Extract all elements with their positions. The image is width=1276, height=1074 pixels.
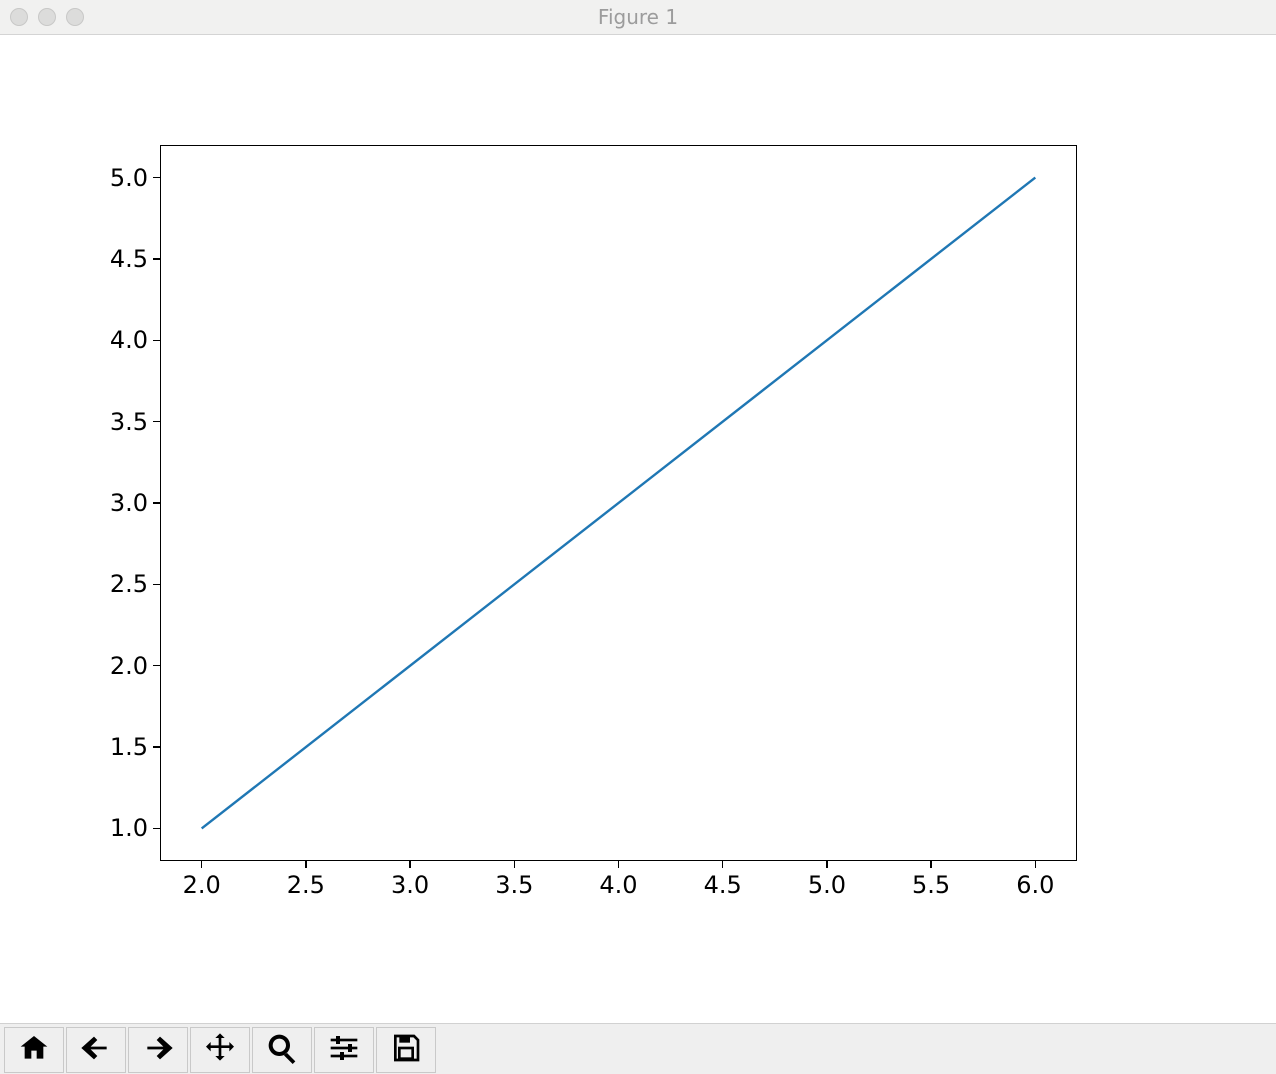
y-tick-mark (153, 340, 160, 342)
forward-button[interactable] (128, 1027, 188, 1073)
x-tick-label: 2.0 (177, 871, 227, 899)
y-tick-mark (153, 502, 160, 504)
navigation-toolbar (0, 1023, 1276, 1074)
x-tick-label: 3.5 (489, 871, 539, 899)
save-button[interactable] (376, 1027, 436, 1073)
home-button[interactable] (4, 1027, 64, 1073)
x-tick-label: 4.0 (594, 871, 644, 899)
magnify-icon (266, 1032, 298, 1068)
x-tick-label: 4.5 (698, 871, 748, 899)
y-tick-label: 4.5 (98, 245, 148, 273)
x-tick-mark (201, 861, 203, 868)
x-tick-mark (826, 861, 828, 868)
minimize-window-icon[interactable] (38, 8, 56, 26)
x-tick-mark (1035, 861, 1037, 868)
x-tick-mark (722, 861, 724, 868)
subplots-config-button[interactable] (314, 1027, 374, 1073)
y-tick-mark (153, 665, 160, 667)
x-tick-label: 2.5 (281, 871, 331, 899)
y-tick-label: 3.0 (98, 489, 148, 517)
y-tick-mark (153, 421, 160, 423)
x-tick-mark (514, 861, 516, 868)
move-icon (204, 1032, 236, 1068)
x-tick-label: 5.0 (802, 871, 852, 899)
y-tick-label: 2.0 (98, 652, 148, 680)
x-tick-label: 3.0 (385, 871, 435, 899)
y-tick-mark (153, 177, 160, 179)
y-tick-mark (153, 746, 160, 748)
arrow-left-icon (80, 1032, 112, 1068)
close-window-icon[interactable] (10, 8, 28, 26)
x-tick-mark (618, 861, 620, 868)
back-button[interactable] (66, 1027, 126, 1073)
y-tick-label: 3.5 (98, 408, 148, 436)
y-tick-label: 1.0 (98, 814, 148, 842)
x-tick-mark (305, 861, 307, 868)
window-controls[interactable] (10, 8, 84, 26)
y-tick-mark (153, 258, 160, 260)
y-tick-mark (153, 828, 160, 830)
window-title: Figure 1 (0, 5, 1276, 29)
figure-canvas[interactable]: 1.0 1.5 2.0 2.5 3.0 3.5 4.0 4.5 5.0 2.0 2.5 3.0 3.5… (0, 35, 1276, 1023)
x-tick-label: 5.5 (906, 871, 956, 899)
save-icon (390, 1032, 422, 1068)
y-tick-label: 2.5 (98, 570, 148, 598)
pan-button[interactable] (190, 1027, 250, 1073)
line-series (202, 178, 1036, 829)
arrow-right-icon (142, 1032, 174, 1068)
window-titlebar: Figure 1 (0, 0, 1276, 35)
y-tick-label: 1.5 (98, 733, 148, 761)
x-tick-mark (409, 861, 411, 868)
y-tick-label: 5.0 (98, 164, 148, 192)
maximize-window-icon[interactable] (66, 8, 84, 26)
x-tick-label: 6.0 (1010, 871, 1060, 899)
home-icon (18, 1032, 50, 1068)
sliders-icon (328, 1032, 360, 1068)
y-tick-mark (153, 584, 160, 586)
y-tick-label: 4.0 (98, 326, 148, 354)
zoom-button[interactable] (252, 1027, 312, 1073)
x-tick-mark (930, 861, 932, 868)
